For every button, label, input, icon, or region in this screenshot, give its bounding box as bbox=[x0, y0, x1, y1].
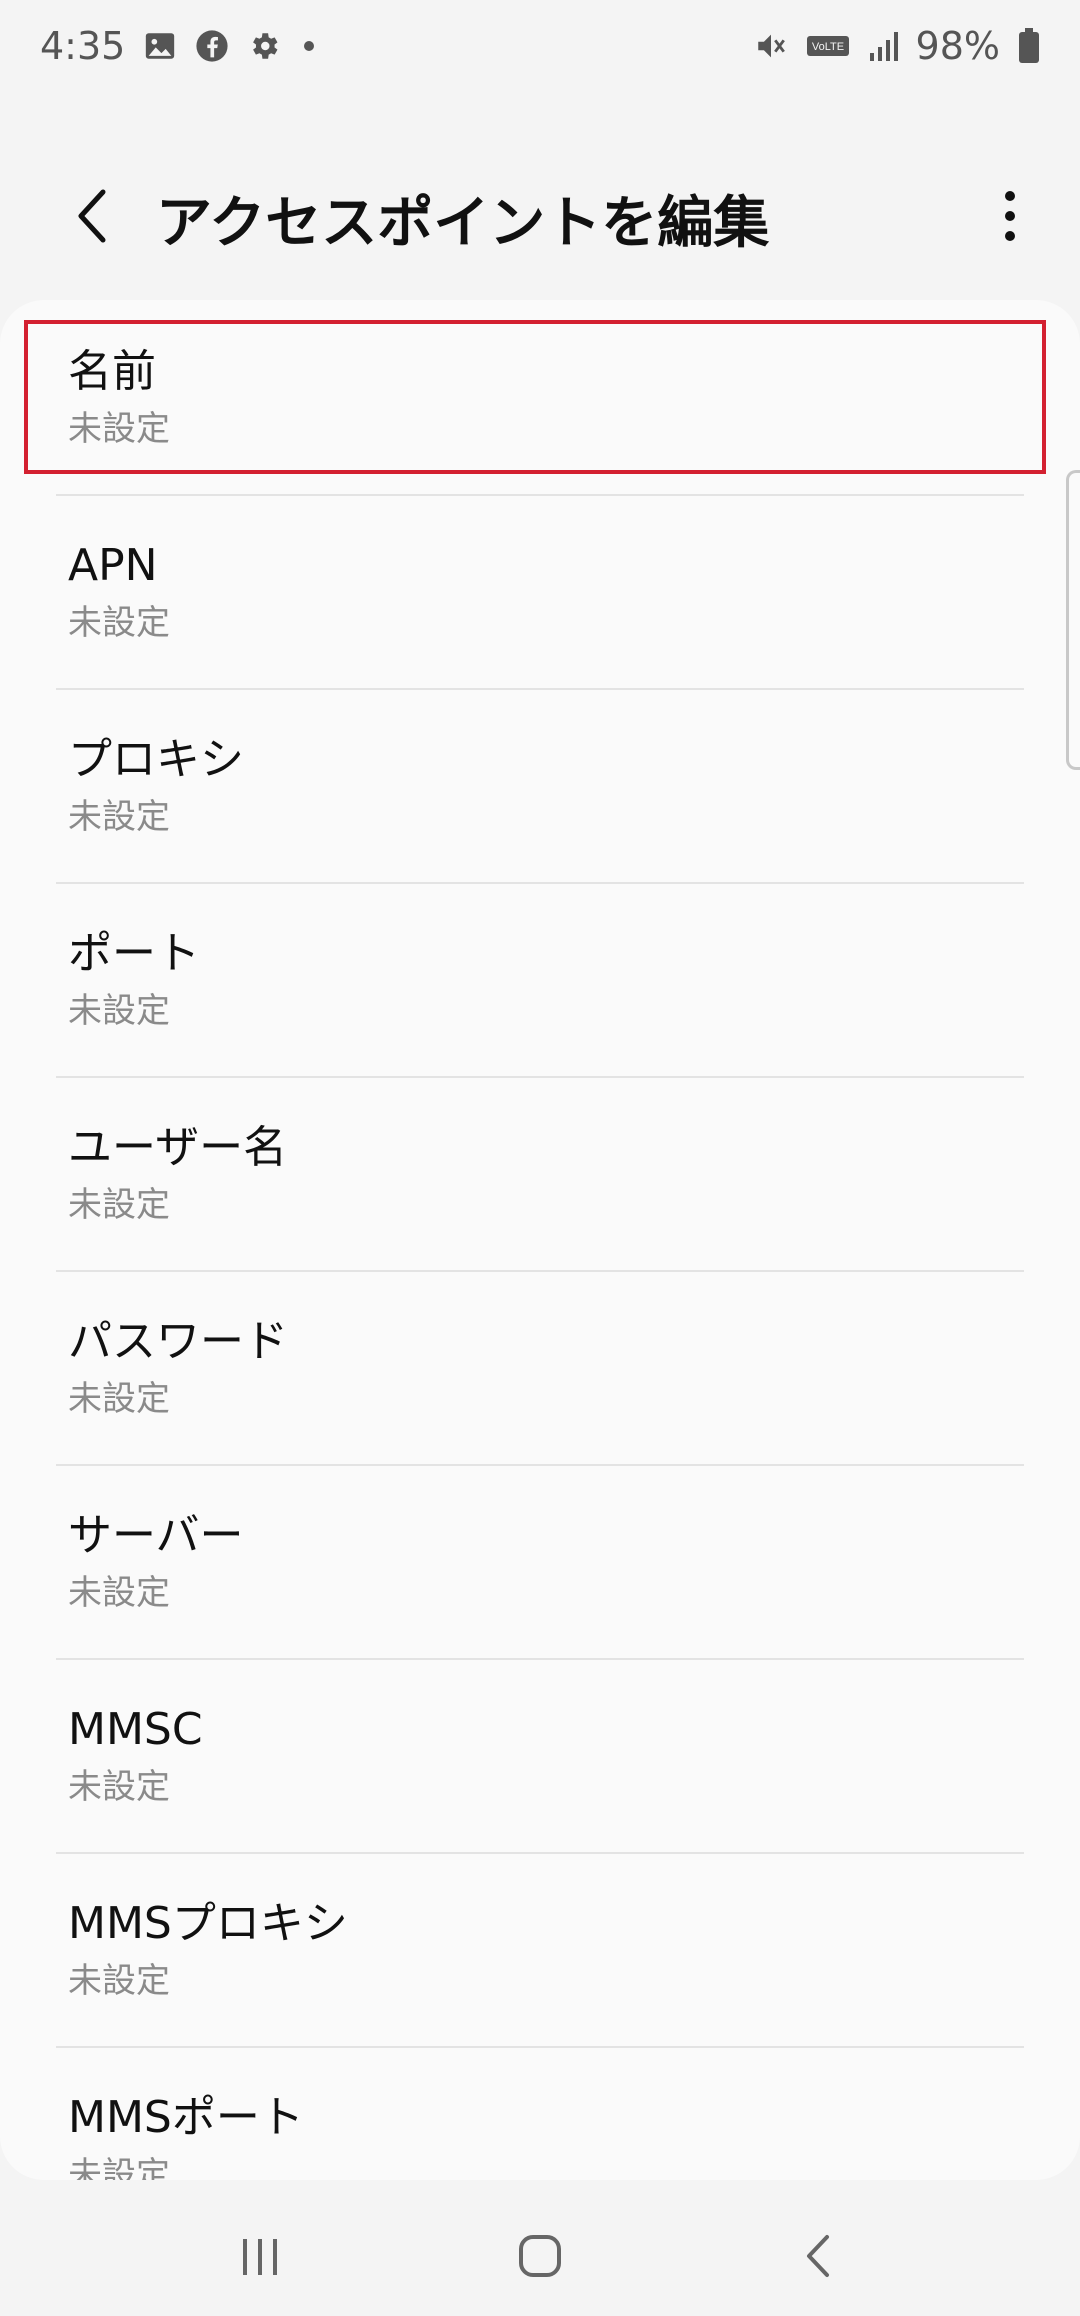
list-item-username[interactable]: ユーザー名 未設定 bbox=[0, 1076, 1080, 1270]
item-title: ユーザー名 bbox=[68, 1122, 288, 1173]
item-value: 未設定 bbox=[68, 1185, 170, 1225]
item-value: 未設定 bbox=[68, 1573, 170, 1613]
nav-back-button[interactable] bbox=[760, 2206, 880, 2306]
item-title: MMSポート bbox=[68, 2092, 304, 2143]
list-item-mms-proxy[interactable]: MMSプロキシ 未設定 bbox=[0, 1852, 1080, 2046]
battery-icon bbox=[1018, 28, 1040, 64]
back-button[interactable] bbox=[52, 176, 132, 256]
item-title: ポート bbox=[68, 928, 200, 979]
app-bar: アクセスポイントを編集 bbox=[0, 150, 1080, 280]
item-title: パスワード bbox=[68, 1316, 288, 1367]
recent-apps-icon bbox=[243, 2239, 277, 2275]
item-title: MMSプロキシ bbox=[68, 1898, 348, 1949]
settings-gear-icon bbox=[247, 29, 281, 63]
volte-label: VoLTE bbox=[811, 41, 843, 53]
list-item-mms-port[interactable]: MMSポート 未設定 bbox=[0, 2046, 1080, 2180]
back-arrow-icon bbox=[807, 2235, 829, 2277]
more-vertical-icon bbox=[1005, 191, 1015, 241]
item-value: 未設定 bbox=[68, 797, 170, 837]
list-item-server[interactable]: サーバー 未設定 bbox=[0, 1464, 1080, 1658]
item-value: 未設定 bbox=[68, 2155, 170, 2180]
home-icon bbox=[519, 2235, 561, 2277]
status-left: 4:35 bbox=[40, 24, 319, 68]
dot-icon bbox=[299, 36, 319, 56]
signal-icon bbox=[868, 29, 898, 63]
battery-percent: 98% bbox=[915, 24, 1000, 68]
home-button[interactable] bbox=[480, 2206, 600, 2306]
list-item-apn[interactable]: APN 未設定 bbox=[0, 494, 1080, 688]
item-title: サーバー bbox=[68, 1510, 244, 1561]
facebook-icon bbox=[195, 29, 229, 63]
scrollbar[interactable] bbox=[1066, 470, 1080, 770]
navigation-bar bbox=[0, 2196, 1080, 2316]
item-value: 未設定 bbox=[68, 1961, 170, 2001]
item-title: MMSC bbox=[68, 1704, 203, 1755]
recent-apps-button[interactable] bbox=[200, 2206, 320, 2306]
status-right: VoLTE 98% bbox=[754, 24, 1040, 68]
item-title: 名前 bbox=[68, 346, 156, 397]
list-item-proxy[interactable]: プロキシ 未設定 bbox=[0, 688, 1080, 882]
item-value: 未設定 bbox=[68, 1767, 170, 1807]
item-value: 未設定 bbox=[68, 603, 170, 643]
settings-list: 名前 未設定 APN 未設定 プロキシ 未設定 ポート 未設定 ユーザー名 未設… bbox=[0, 300, 1080, 2180]
mute-icon bbox=[754, 29, 788, 63]
status-time: 4:35 bbox=[40, 24, 126, 68]
item-title: APN bbox=[68, 540, 158, 591]
gallery-icon bbox=[143, 29, 177, 63]
item-value: 未設定 bbox=[68, 409, 170, 449]
status-bar: 4:35 VoLTE 98% bbox=[0, 0, 1080, 92]
more-options-button[interactable] bbox=[980, 176, 1040, 256]
list-item-name[interactable]: 名前 未設定 bbox=[24, 320, 1046, 474]
item-value: 未設定 bbox=[68, 991, 170, 1031]
page-title: アクセスポイントを編集 bbox=[156, 191, 770, 256]
item-title: プロキシ bbox=[68, 734, 244, 785]
volte-icon: VoLTE bbox=[806, 33, 850, 59]
chevron-left-icon bbox=[78, 189, 106, 243]
list-item-password[interactable]: パスワード 未設定 bbox=[0, 1270, 1080, 1464]
item-value: 未設定 bbox=[68, 1379, 170, 1419]
list-item-port[interactable]: ポート 未設定 bbox=[0, 882, 1080, 1076]
list-item-mmsc[interactable]: MMSC 未設定 bbox=[0, 1658, 1080, 1852]
